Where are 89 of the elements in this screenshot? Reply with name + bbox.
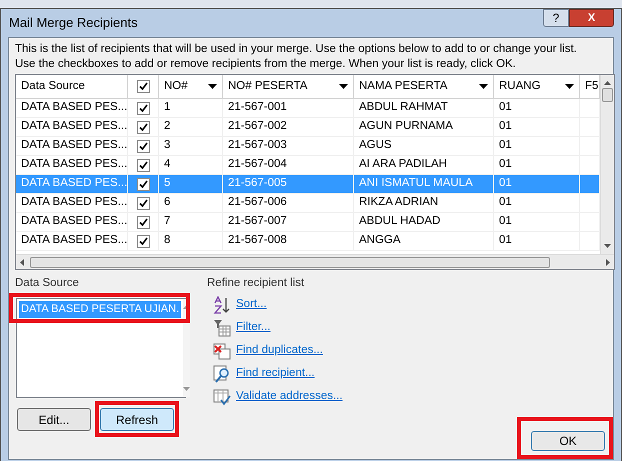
table-row[interactable]: DATA BASED PES... 8 21-567-008 ANGGA 01	[16, 232, 600, 251]
refine-link[interactable]: Find duplicates...	[236, 342, 323, 360]
table-cell-text: AGUN PURNAMA	[359, 119, 453, 134]
table-cell-text: 4	[164, 157, 170, 172]
table-cell-text: DATA BASED PES...	[21, 119, 128, 134]
table-cell-text: DATA BASED PES...	[21, 100, 128, 116]
table-cell-text: 21-567-005	[228, 176, 287, 192]
duplicates-icon	[213, 342, 231, 360]
table-cell-text: DATA BASED PES...	[21, 214, 128, 230]
filter-table-icon	[213, 319, 231, 337]
group-label: Data Source	[15, 276, 80, 290]
table-cell-text: DATA BASED PES...	[21, 233, 128, 248]
table-cell-text: 21-567-008	[228, 233, 287, 248]
scroll-down-icon	[604, 244, 611, 248]
table-cell-text: 01	[499, 119, 512, 134]
refine-link[interactable]: Filter...	[236, 319, 271, 337]
table-cell-text: DATA BASED PES...	[21, 138, 128, 154]
table-cell-text: 7	[164, 214, 170, 230]
table-row[interactable]: DATA BASED PES... 2 21-567-002 AGUN PURNAMA 01	[16, 118, 600, 137]
checkbox[interactable]	[136, 102, 150, 114]
checkbox[interactable]	[136, 80, 150, 93]
table-cell-text: 01	[499, 233, 512, 248]
table-cell-text: 21-567-004	[228, 157, 287, 172]
table-cell-text: 21-567-001	[228, 100, 287, 116]
dropdown-caret-icon	[565, 84, 574, 89]
table-cell-text: 21-567-006	[228, 195, 287, 210]
scroll-thumb[interactable]	[602, 88, 613, 102]
table-cell-text: 2	[164, 119, 170, 134]
window-title: Mail Merge Recipients	[9, 14, 138, 32]
search-icon	[213, 365, 231, 383]
table-row[interactable]: DATA BASED PES... 1 21-567-001 ABDUL RAHMAT 01	[16, 99, 600, 118]
table-cell-text: 21-567-003	[228, 138, 287, 154]
checkbox[interactable]	[136, 178, 150, 190]
dropdown-caret-icon	[479, 84, 488, 89]
table-row[interactable]: DATA BASED PES... 4 21-567-004 AI ARA PADILAH 01	[16, 156, 600, 175]
scroll-left-icon	[20, 258, 24, 266]
instruction-text: This is the list of recipients that will be used in your merge. Use the options below to add to or change your list.	[15, 42, 578, 57]
table-cell-text: 5	[164, 176, 170, 192]
table-cell-text: 3	[164, 138, 170, 154]
table-cell-text: 21-567-007	[228, 214, 287, 230]
scroll-thumb[interactable]	[30, 256, 550, 268]
refine-link[interactable]: Validate addresses...	[236, 388, 343, 406]
dropdown-caret-icon	[208, 84, 217, 89]
table-row[interactable]: DATA BASED PES... 7 21-567-007 ABDUL HADAD 01	[16, 213, 600, 232]
dialog-button[interactable]: Edit...	[17, 408, 91, 431]
table-cell-text: 01	[499, 195, 512, 210]
table-cell-text: ANI ISMATUL MAULA	[359, 176, 473, 192]
refine-link[interactable]: Sort...	[236, 296, 267, 314]
checkbox[interactable]	[136, 216, 150, 228]
validate-icon	[213, 388, 231, 406]
checkbox[interactable]	[136, 234, 150, 248]
checkbox[interactable]	[136, 196, 150, 210]
checkbox[interactable]	[136, 120, 150, 134]
dialog-button[interactable]: Refresh	[100, 408, 174, 431]
scroll-down-icon	[183, 387, 190, 391]
horizontal-scrollbar[interactable]	[16, 254, 614, 269]
vertical-scrollbar[interactable]	[600, 75, 614, 254]
checkbox[interactable]	[136, 158, 150, 172]
instruction-text: Use the checkboxes to add or remove recipients from the merge. When your list is ready, click OK.	[15, 57, 517, 72]
table-cell-text: 01	[499, 157, 512, 172]
refine-link[interactable]: Find recipient...	[236, 365, 315, 383]
table-cell-text: 01	[499, 100, 512, 116]
table-cell-text: 01	[499, 138, 512, 154]
table-cell-text: 6	[164, 195, 170, 210]
table-cell-text: 21-567-002	[228, 119, 287, 134]
table-cell-text: AGUS	[359, 138, 392, 154]
table-cell-text: DATA BASED PES...	[21, 195, 128, 210]
sort-icon	[213, 296, 231, 314]
table-row[interactable]: DATA BASED PES... 6 21-567-006 RIKZA ADRIAN 01	[16, 194, 600, 213]
help-button[interactable]: ?	[543, 9, 569, 27]
table-cell-text: 1	[164, 100, 170, 116]
table-cell-text: ABDUL RAHMAT	[359, 100, 448, 116]
table-row[interactable]: DATA BASED PES... 3 21-567-003 AGUS 01	[16, 137, 600, 156]
ok-button[interactable]: OK	[531, 431, 605, 451]
table-cell-text: RIKZA ADRIAN	[359, 195, 438, 210]
table-cell-text: 8	[164, 233, 170, 248]
table-cell-text: DATA BASED PES...	[21, 176, 128, 192]
table-cell-text: DATA BASED PES...	[21, 157, 128, 172]
group-label: Refine recipient list	[207, 276, 306, 290]
dropdown-caret-icon	[339, 84, 348, 89]
table-cell-text: AI ARA PADILAH	[359, 157, 447, 172]
table-cell-text: ANGGA	[359, 233, 401, 248]
close-button[interactable]: X	[569, 9, 614, 27]
scroll-up-icon	[604, 81, 611, 85]
table-cell-text: ABDUL HADAD	[359, 214, 440, 230]
table-cell-text: 01	[499, 176, 512, 192]
table-cell-text: 01	[499, 214, 512, 230]
scroll-right-icon	[606, 258, 610, 266]
checkbox[interactable]	[136, 140, 150, 152]
